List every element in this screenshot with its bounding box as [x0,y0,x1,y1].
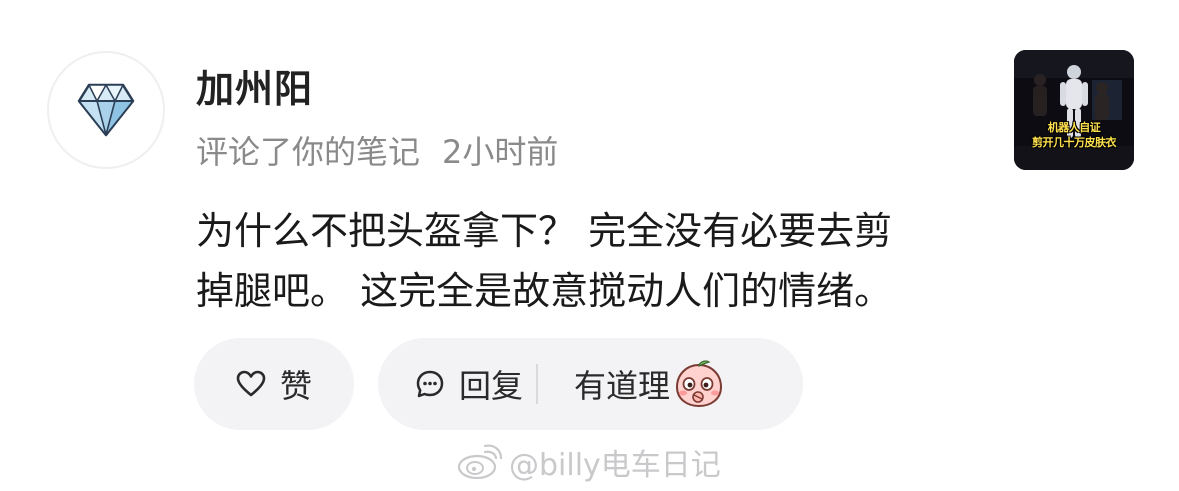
comment-meta: 评论了你的笔记 2小时前 [196,127,558,173]
watermark-text: @billy电车日记 [509,448,721,483]
thumbnail-scene [1014,50,1134,170]
username[interactable]: 加州阳 [196,58,313,113]
watermark: @billy电车日记 [455,440,721,484]
comment-line: 为什么不把头盔拿下？ 完全没有必要去剪 [196,209,893,253]
thumbnail-caption-line: 机器人自证 [1047,121,1101,134]
comment-line: 掉腿吧。 这完全是故意搅动人们的情绪。 [196,269,893,313]
heart-outline-icon [236,370,266,397]
thumbnail-caption: 机器人自证 剪开几十万皮肤衣 [1014,120,1134,150]
diamond-icon [77,83,135,137]
like-label: 赞 [279,367,312,405]
avatar[interactable] [47,51,165,169]
weibo-logo-icon [457,444,503,480]
reply-button[interactable]: 回复 [378,338,536,430]
divider [536,364,538,404]
action-pill: 回复 有道理 [378,338,803,430]
reply-label: 回复 [459,367,524,405]
thumbnail-caption-line: 剪开几十万皮肤衣 [1032,136,1117,149]
comment-text: 为什么不把头盔拿下？ 完全没有必要去剪 掉腿吧。 这完全是故意搅动人们的情绪。 [196,201,976,321]
action-text: 评论了你的笔记 [196,133,421,171]
agree-button[interactable]: 有道理 [574,338,726,430]
timestamp: 2小时前 [442,133,559,171]
note-thumbnail[interactable]: 机器人自证 剪开几十万皮肤衣 [1014,50,1134,170]
agree-label: 有道理 [574,367,671,405]
chat-bubble-icon [416,370,444,398]
peach-face-emoji-icon [676,360,723,408]
like-button[interactable]: 赞 [194,338,354,430]
